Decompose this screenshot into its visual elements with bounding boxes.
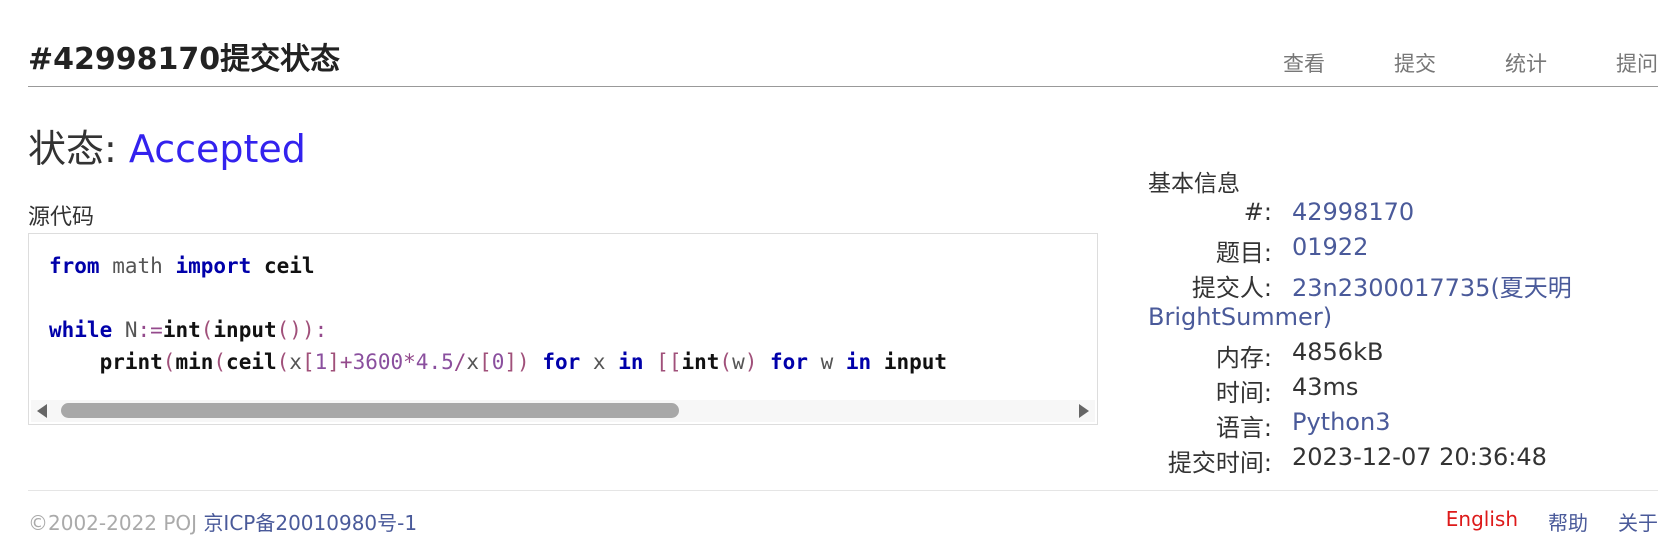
page-header: #42998170提交状态 查看 提交 统计 提问	[28, 30, 1658, 87]
info-time-value: 43ms	[1292, 373, 1359, 401]
scrollbar-thumb[interactable]	[61, 403, 679, 418]
code-text: from math import ceil while N:=int(input…	[49, 250, 1091, 378]
icp-link[interactable]: 京ICP备20010980号-1	[203, 511, 417, 535]
scroll-left-arrow-icon[interactable]	[37, 404, 47, 418]
info-language-value[interactable]: Python3	[1292, 408, 1390, 436]
info-memory-label: 内存:	[1215, 344, 1272, 372]
status-line: 状态: Accepted	[28, 118, 306, 173]
info-id-value[interactable]: 42998170	[1292, 198, 1414, 226]
footer-right: English 帮助 关于	[1446, 507, 1658, 536]
info-problem-label: 题目:	[1215, 239, 1272, 267]
about-link[interactable]: 关于	[1618, 507, 1658, 536]
status-label: 状态:	[28, 127, 117, 171]
code-line-1: from math import ceil	[49, 254, 315, 278]
info-time-label: 时间:	[1215, 379, 1272, 407]
info-problem-value[interactable]: 01922	[1292, 233, 1368, 261]
info-id-label: #:	[1243, 198, 1272, 226]
info-submitter-value-1[interactable]: 23n2300017735(夏天明	[1292, 268, 1572, 303]
info-memory-value: 4856kB	[1292, 338, 1384, 366]
code-line-4: print(min(ceil(x[1]+3600*4.5/x[0]) for x…	[99, 350, 948, 374]
language-english-link[interactable]: English	[1446, 507, 1518, 536]
source-code-box: from math import ceil while N:=int(input…	[28, 233, 1098, 425]
scroll-right-arrow-icon[interactable]	[1079, 404, 1089, 418]
nav-ask[interactable]: 提问	[1547, 48, 1658, 78]
page-title: #42998170提交状态	[28, 42, 341, 77]
horizontal-scrollbar[interactable]	[31, 400, 1095, 422]
top-nav: 查看 提交 统计 提问	[1214, 48, 1658, 78]
info-submit-time-label: 提交时间:	[1167, 449, 1272, 477]
help-link[interactable]: 帮助	[1548, 507, 1588, 536]
info-heading: 基本信息	[1148, 171, 1240, 197]
info-language-label: 语言:	[1215, 414, 1272, 442]
nav-statistics[interactable]: 统计	[1436, 48, 1547, 78]
info-submit-time-value: 2023-12-07 20:36:48	[1292, 443, 1547, 471]
nav-submit[interactable]: 提交	[1325, 48, 1436, 78]
status-value: Accepted	[128, 127, 306, 171]
page-footer: ©2002-2022 POJ 京ICP备20010980号-1 English …	[28, 490, 1658, 557]
info-submitter-label: 提交人:	[1191, 274, 1272, 302]
footer-left: ©2002-2022 POJ 京ICP备20010980号-1	[28, 507, 417, 536]
source-code-label: 源代码	[28, 205, 95, 230]
code-viewport: from math import ceil while N:=int(input…	[49, 250, 1091, 380]
code-line-3: while N:=int(input()):	[49, 318, 328, 342]
info-submitter-value-2[interactable]: BrightSummer)	[1148, 303, 1332, 331]
copyright-text: ©2002-2022 POJ	[28, 511, 198, 535]
nav-view[interactable]: 查看	[1214, 48, 1325, 78]
